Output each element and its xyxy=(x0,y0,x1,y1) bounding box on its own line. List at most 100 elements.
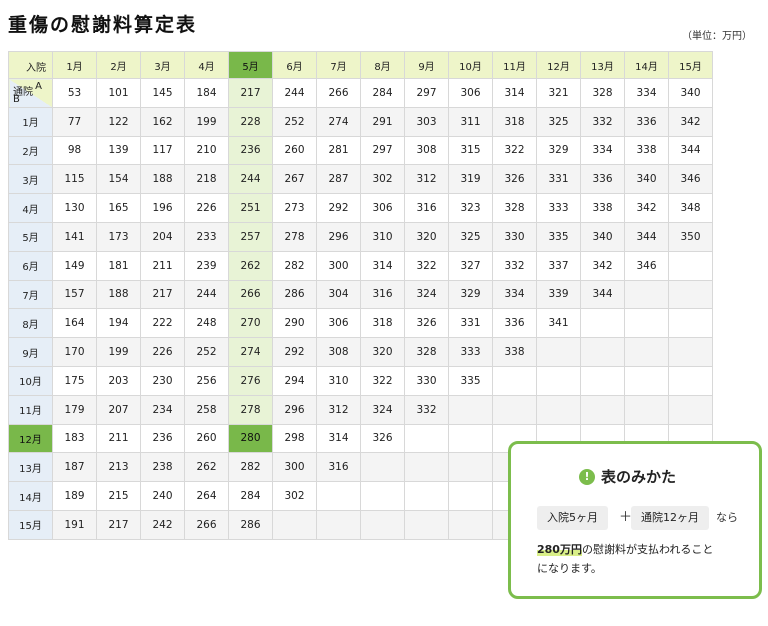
table-cell: 239 xyxy=(184,250,229,281)
table-cell: 213 xyxy=(96,452,141,483)
table-cell: 350 xyxy=(668,221,713,252)
table-cell: 278 xyxy=(228,394,273,425)
table-cell: 203 xyxy=(96,365,141,396)
result-amount: 280万円 xyxy=(537,543,582,556)
table-cell xyxy=(624,394,669,425)
table-cell: 189 xyxy=(52,481,97,511)
table-cell xyxy=(624,337,669,367)
table-cell: 297 xyxy=(360,135,405,166)
table-cell xyxy=(404,423,449,454)
table-cell: 98 xyxy=(52,135,97,166)
table-cell xyxy=(536,365,581,396)
table-cell: 337 xyxy=(536,250,581,281)
table-row: 7月 157 188 217 244 266 286 304 316 324 329 334 339 34… xyxy=(8,279,713,310)
table-cell xyxy=(448,423,493,454)
table-cell: 260 xyxy=(272,135,317,166)
table-cell: 173 xyxy=(96,221,141,252)
table-row: 3月 115 154 188 218 244 267 287 302 312 319 326 331 33… xyxy=(8,164,713,195)
column-header: 7月 xyxy=(316,51,361,79)
table-cell: 340 xyxy=(624,164,669,195)
table-cell xyxy=(448,452,493,483)
table-cell: 332 xyxy=(580,106,625,137)
table-cell: 215 xyxy=(96,481,141,511)
table-cell: 194 xyxy=(96,308,141,339)
table-cell: 266 xyxy=(316,78,361,108)
table-cell: 344 xyxy=(668,135,713,166)
row-header: 10月 xyxy=(8,365,53,396)
table-cell: 331 xyxy=(536,164,581,195)
table-cell xyxy=(624,279,669,310)
row-header: 3月 xyxy=(8,164,53,195)
table-cell: 322 xyxy=(492,135,537,166)
column-header-row: 入院 1月 2月 3月 4月 5月 6月 7月 8月 9月 10月 11月 12月 13月 14月 15月 xyxy=(8,51,713,79)
row-header: 6月 xyxy=(8,250,53,281)
table-cell: 328 xyxy=(492,193,537,223)
callout-title-text: 表のみかた xyxy=(601,468,677,486)
table-cell: 331 xyxy=(448,308,493,339)
table-cell: 77 xyxy=(52,106,97,137)
table-cell: 141 xyxy=(52,221,97,252)
table-cell: 344 xyxy=(580,279,625,310)
table-cell: 316 xyxy=(360,279,405,310)
table-cell: 236 xyxy=(140,423,185,454)
table-cell: 314 xyxy=(492,78,537,108)
table-cell: 329 xyxy=(448,279,493,310)
table-cell: 332 xyxy=(404,394,449,425)
table-cell: 266 xyxy=(184,509,229,540)
table-cell xyxy=(492,365,537,396)
table-cell: 211 xyxy=(96,423,141,454)
table-cell: 319 xyxy=(448,164,493,195)
table-cell: 258 xyxy=(184,394,229,425)
table-cell: 286 xyxy=(272,279,317,310)
table-cell xyxy=(624,308,669,339)
column-header: 4月 xyxy=(184,51,229,79)
table-cell: 318 xyxy=(360,308,405,339)
table-cell: 316 xyxy=(404,193,449,223)
corner-inpatient-label: 入院 xyxy=(26,63,46,74)
table-cell: 346 xyxy=(668,164,713,195)
corner-cell-bottom: 通院 A B xyxy=(8,78,53,108)
table-cell: 312 xyxy=(316,394,361,425)
table-cell: 234 xyxy=(140,394,185,425)
table-row: 2月 98 139 117 210 236 260 281 297 308 315 322 329 334… xyxy=(8,135,713,166)
table-cell: 257 xyxy=(228,221,273,252)
table-cell: 117 xyxy=(140,135,185,166)
column-header: 10月 xyxy=(448,51,493,79)
table-cell: 251 xyxy=(228,193,273,223)
table-cell: 188 xyxy=(96,279,141,310)
table-cell: 179 xyxy=(52,394,97,425)
table-cell: 308 xyxy=(316,337,361,367)
table-cell: 267 xyxy=(272,164,317,195)
corner-b-label: B xyxy=(13,93,20,105)
table-cell: 226 xyxy=(140,337,185,367)
callout-body: 280万円の慰謝料が支払われること になります。 xyxy=(537,540,752,578)
column-header: 9月 xyxy=(404,51,449,79)
table-cell xyxy=(536,394,581,425)
table-cell xyxy=(316,481,361,511)
table-cell: 149 xyxy=(52,250,97,281)
table-cell xyxy=(448,481,493,511)
table-cell: 53 xyxy=(52,78,97,108)
result-text-2: になります。 xyxy=(537,562,602,575)
table-cell: 164 xyxy=(52,308,97,339)
table-cell: 210 xyxy=(184,135,229,166)
table-cell xyxy=(360,452,405,483)
row-header: 13月 xyxy=(8,452,53,483)
table-cell: 248 xyxy=(184,308,229,339)
row-header: 2月 xyxy=(8,135,53,166)
table-cell: 236 xyxy=(228,135,273,166)
table-cell xyxy=(668,337,713,367)
table-cell: 332 xyxy=(492,250,537,281)
table-cell: 181 xyxy=(96,250,141,281)
table-cell: 264 xyxy=(184,481,229,511)
table-cell xyxy=(580,394,625,425)
table-cell: 326 xyxy=(492,164,537,195)
table-cell: 230 xyxy=(140,365,185,396)
table-cell xyxy=(668,365,713,396)
table-row: 8月 164 194 222 248 270 290 306 318 326 331 336 341 xyxy=(8,308,713,339)
table-cell xyxy=(668,394,713,425)
table-cell: 306 xyxy=(448,78,493,108)
table-cell: 316 xyxy=(316,452,361,483)
row-header: 11月 xyxy=(8,394,53,425)
table-cell: 340 xyxy=(580,221,625,252)
